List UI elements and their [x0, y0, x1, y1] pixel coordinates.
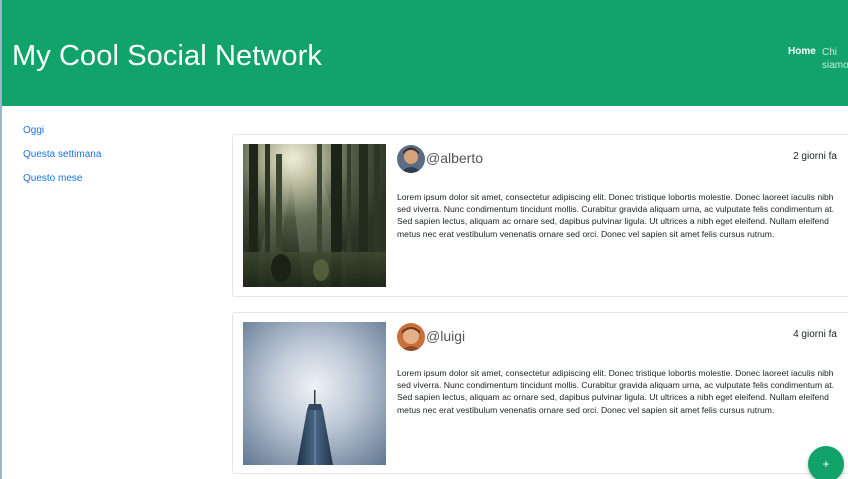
post-username[interactable]: @luigi: [426, 328, 465, 344]
sidebar: Oggi Questa settimana Questo mese: [23, 124, 101, 196]
nav-link-chi-siamo[interactable]: Chi siamo: [822, 46, 848, 72]
post-body: Lorem ipsum dolor sit amet, consectetur …: [397, 192, 835, 239]
post-card: @luigi 4 giorni fa Lorem ipsum dolor sit…: [232, 312, 848, 474]
forest-image: [243, 144, 386, 287]
post-username[interactable]: @alberto: [426, 150, 483, 166]
forest-photo: [243, 144, 386, 287]
post-timestamp: 4 giorni fa: [793, 329, 837, 340]
sidebar-item-oggi[interactable]: Oggi: [23, 124, 101, 148]
avatar-icon: [397, 145, 425, 173]
user-avatar[interactable]: [397, 145, 425, 173]
window-edge: [0, 0, 2, 479]
nav-link-home[interactable]: Home: [788, 46, 816, 57]
post-card: @alberto 2 giorni fa Lorem ipsum dolor s…: [232, 134, 848, 297]
sidebar-item-questa-settimana[interactable]: Questa settimana: [23, 148, 101, 172]
brand-title[interactable]: My Cool Social Network: [12, 40, 322, 73]
navbar: My Cool Social Network Home Chi siamo: [0, 0, 848, 106]
skyscraper-image: [243, 322, 386, 465]
post-body: Lorem ipsum dolor sit amet, consectetur …: [397, 368, 835, 415]
user-avatar[interactable]: [397, 323, 425, 351]
sidebar-item-questo-mese[interactable]: Questo mese: [23, 172, 101, 196]
add-post-button[interactable]: +: [808, 446, 844, 479]
skyscraper-photo: [243, 322, 386, 465]
avatar-icon: [397, 323, 425, 351]
post-timestamp: 2 giorni fa: [793, 151, 837, 162]
